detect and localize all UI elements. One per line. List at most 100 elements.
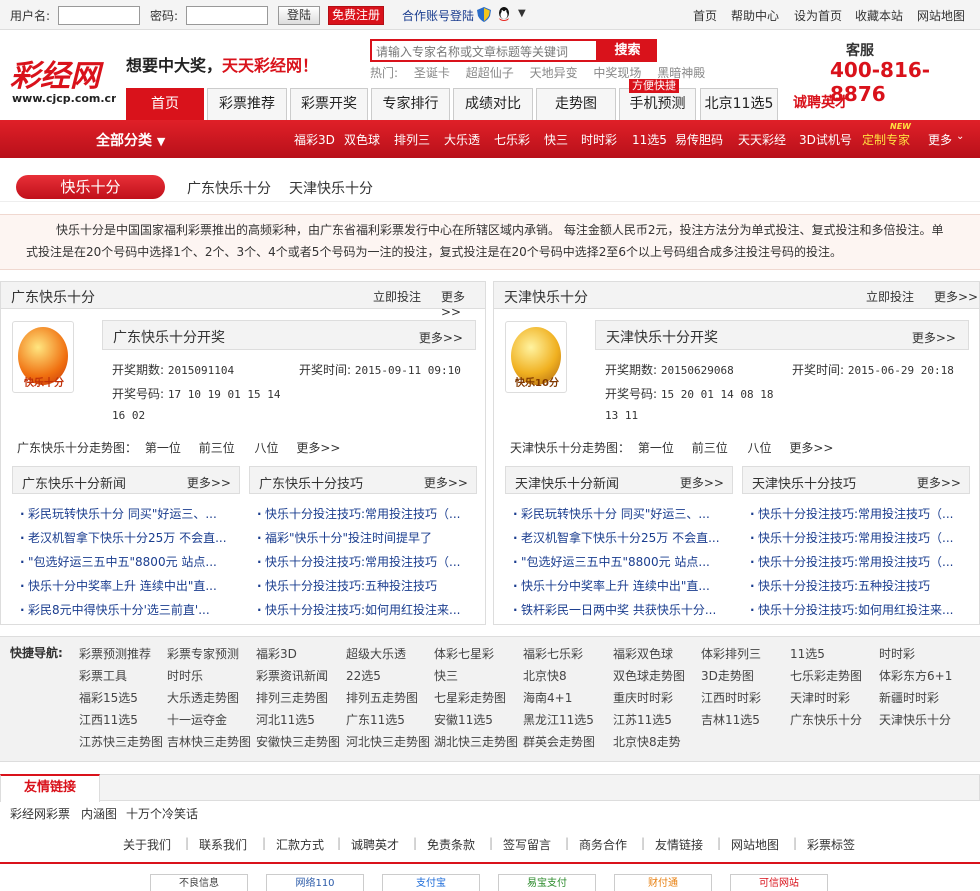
footer-link[interactable]: 诚聘英才	[351, 836, 399, 853]
chevron-down-icon[interactable]: ⌄	[956, 131, 964, 142]
quick-nav-link[interactable]: 超级大乐透	[346, 645, 406, 662]
list-item[interactable]: 快乐十分投注技巧:常用投注技巧（...	[257, 550, 485, 574]
trend-more-link[interactable]: 更多>>	[789, 441, 833, 455]
tips-more-link[interactable]: 更多>>	[424, 474, 468, 491]
cat-link[interactable]: 排列三	[394, 131, 430, 148]
quick-nav-link[interactable]: 天津时时彩	[790, 689, 850, 706]
list-item[interactable]: "包选好运三五中五"8800元 站点...	[20, 550, 248, 574]
search-button[interactable]: 搜索	[598, 39, 657, 62]
hot-item[interactable]: 天地异变	[530, 66, 578, 80]
hot-item[interactable]: 超超仙子	[466, 66, 514, 80]
quick-nav-link[interactable]: 排列五走势图	[346, 689, 418, 706]
username-input[interactable]	[58, 6, 140, 25]
quick-nav-link[interactable]: 快三	[434, 667, 458, 684]
quick-nav-link[interactable]: 福彩七乐彩	[523, 645, 583, 662]
cat-link[interactable]: 大乐透	[444, 131, 480, 148]
quick-nav-link[interactable]: 江苏快三走势图	[79, 733, 163, 750]
cat-link[interactable]: 时时彩	[581, 131, 617, 148]
list-item[interactable]: 彩民玩转快乐十分 同买"好运三、...	[513, 502, 741, 526]
list-item[interactable]: 快乐十分投注技巧:常用投注技巧（...	[750, 550, 978, 574]
bet-link[interactable]: 立即投注	[373, 288, 421, 305]
all-category-button[interactable]: 全部分类 ▼	[96, 130, 165, 150]
login-button[interactable]: 登陆	[278, 6, 320, 25]
list-item[interactable]: 老汉机智拿下快乐十分25万 不会直...	[513, 526, 741, 550]
quick-nav-link[interactable]: 海南4+1	[523, 689, 572, 706]
tab-trend[interactable]: 走势图	[536, 88, 616, 120]
trust-badge[interactable]: 不良信息	[150, 874, 248, 891]
site-logo[interactable]: 彩经网 www.cjcp.com.cn	[10, 52, 119, 106]
quick-nav-link[interactable]: 重庆时时彩	[613, 689, 673, 706]
tab-compare[interactable]: 成绩对比	[453, 88, 533, 120]
list-item[interactable]: 快乐十分中奖率上升 连续中出"直...	[513, 574, 741, 598]
tab-experts[interactable]: 专家排行	[371, 88, 450, 120]
trust-badge[interactable]: 支付宝	[382, 874, 480, 891]
qq-icon[interactable]	[496, 6, 512, 22]
quick-nav-link[interactable]: 排列三走势图	[256, 689, 328, 706]
quick-nav-link[interactable]: 湖北快三走势图	[434, 733, 518, 750]
quick-nav-link[interactable]: 彩票工具	[79, 667, 127, 684]
list-item[interactable]: 彩民玩转快乐十分 同买"好运三、...	[20, 502, 248, 526]
quick-nav-link[interactable]: 七星彩走势图	[434, 689, 506, 706]
friend-link[interactable]: 内涵图	[81, 805, 117, 822]
footer-link[interactable]: 友情链接	[655, 836, 703, 853]
lottery-logo[interactable]: 快乐十分	[12, 321, 74, 393]
footer-link[interactable]: 商务合作	[579, 836, 627, 853]
cat-link[interactable]: 3D试机号	[799, 131, 852, 148]
quick-nav-link[interactable]: 十一运夺金	[167, 711, 227, 728]
list-item[interactable]: 福彩"快乐十分"投注时间提早了	[257, 526, 485, 550]
cat-link[interactable]: 天天彩经	[738, 131, 786, 148]
quick-nav-link[interactable]: 时时乐	[167, 667, 203, 684]
quick-nav-link[interactable]: 广东11选5	[346, 711, 405, 728]
footer-link[interactable]: 网站地图	[731, 836, 779, 853]
hot-item[interactable]: 黑暗神殿	[657, 66, 705, 80]
list-item[interactable]: 快乐十分投注技巧:五种投注技巧	[257, 574, 485, 598]
tab-recommend[interactable]: 彩票推荐	[207, 88, 287, 120]
more-link[interactable]: 更多>>	[934, 288, 978, 305]
trend-link[interactable]: 第一位	[145, 441, 181, 455]
hot-item[interactable]: 圣诞卡	[414, 66, 450, 80]
quick-nav-link[interactable]: 22选5	[346, 667, 381, 684]
sub-link-guangdong[interactable]: 广东快乐十分	[187, 178, 271, 198]
lottery-logo[interactable]: 快乐10分	[505, 321, 567, 393]
friend-link[interactable]: 十万个冷笑话	[126, 805, 198, 822]
trust-badge[interactable]: 易宝支付	[498, 874, 596, 891]
cat-link[interactable]: 快三	[544, 131, 568, 148]
news-more-link[interactable]: 更多>>	[680, 474, 724, 491]
footer-link[interactable]: 签写留言	[503, 836, 551, 853]
list-item[interactable]: 快乐十分投注技巧:如何用红投注来...	[750, 598, 978, 622]
friend-links-tab[interactable]: 友情链接	[0, 774, 100, 802]
bookmark-link[interactable]: 收藏本站	[855, 7, 903, 24]
quick-nav-link[interactable]: 北京快8走势	[613, 733, 681, 750]
quick-nav-link[interactable]: 体彩七星彩	[434, 645, 494, 662]
dropdown-caret-icon[interactable]: ▼	[518, 8, 526, 19]
quick-nav-link[interactable]: 福彩双色球	[613, 645, 673, 662]
cat-link[interactable]: 11选5	[632, 131, 667, 148]
cat-link[interactable]: 福彩3D	[294, 131, 335, 148]
draw-more-link[interactable]: 更多>>	[912, 329, 956, 346]
footer-link[interactable]: 免责条款	[427, 836, 475, 853]
list-item[interactable]: 铁杆彩民一日两中奖 共获快乐十分...	[513, 598, 741, 622]
quick-nav-link[interactable]: 七乐彩走势图	[790, 667, 862, 684]
list-item[interactable]: 快乐十分投注技巧:常用投注技巧（...	[257, 502, 485, 526]
sitemap-link[interactable]: 网站地图	[917, 7, 965, 24]
cat-more-link[interactable]: 更多	[928, 131, 952, 148]
quick-nav-link[interactable]: 彩票资讯新闻	[256, 667, 328, 684]
more-link[interactable]: 更多>>	[441, 288, 485, 319]
quick-nav-link[interactable]: 彩票预测推荐	[79, 645, 151, 662]
quick-nav-link[interactable]: 吉林快三走势图	[167, 733, 251, 750]
quick-nav-link[interactable]: 福彩3D	[256, 645, 297, 662]
trend-link[interactable]: 前三位	[199, 441, 235, 455]
draw-more-link[interactable]: 更多>>	[419, 329, 463, 346]
list-item[interactable]: 快乐十分中奖率上升 连续中出"直...	[20, 574, 248, 598]
cat-link[interactable]: 七乐彩	[494, 131, 530, 148]
quick-nav-link[interactable]: 群英会走势图	[523, 733, 595, 750]
quick-nav-link[interactable]: 大乐透走势图	[167, 689, 239, 706]
list-item[interactable]: 快乐十分投注技巧:常用投注技巧（...	[750, 502, 978, 526]
trust-badge[interactable]: 可信网站	[730, 874, 828, 891]
trust-badge[interactable]: 网络110	[266, 874, 364, 891]
quick-nav-link[interactable]: 吉林11选5	[701, 711, 760, 728]
quick-nav-link[interactable]: 安徽11选5	[434, 711, 493, 728]
footer-link[interactable]: 联系我们	[199, 836, 247, 853]
cat-link[interactable]: 双色球	[344, 131, 380, 148]
tab-draw[interactable]: 彩票开奖	[290, 88, 368, 120]
